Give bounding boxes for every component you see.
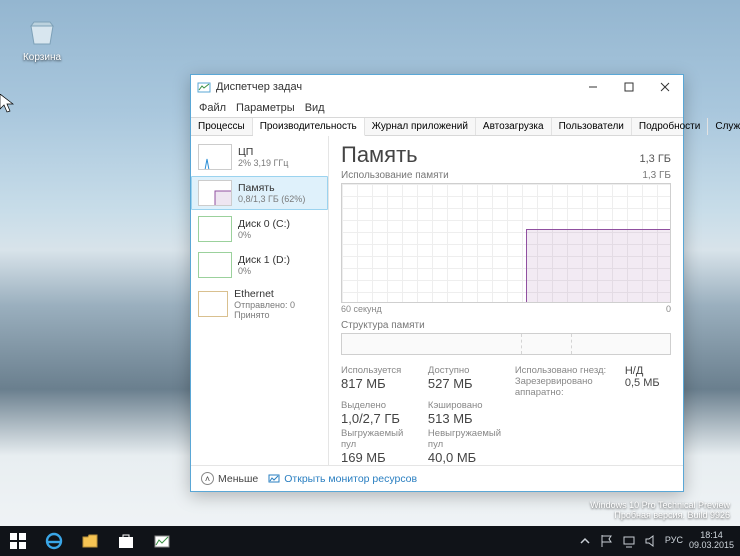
- chart-x-right: 0: [666, 304, 671, 314]
- maximize-button[interactable]: [611, 75, 647, 99]
- tab-details[interactable]: Подробности: [632, 118, 708, 135]
- window-title: Диспетчер задач: [216, 81, 302, 93]
- panel-total: 1,3 ГБ: [639, 153, 671, 165]
- desktop-icon-recycle-bin[interactable]: Корзина: [14, 14, 70, 63]
- stat-cached: 513 МБ: [428, 411, 505, 426]
- taskbar-ie[interactable]: [36, 526, 72, 556]
- stat-nonpaged: 40,0 МБ: [428, 450, 505, 465]
- tray-volume-icon[interactable]: [643, 533, 659, 549]
- stat-sockets: Н/Д: [625, 365, 671, 377]
- recycle-bin-icon: [24, 14, 60, 50]
- sidebar-item-label: Память: [238, 182, 305, 194]
- sidebar-item-disk1[interactable]: Диск 1 (D:)0%: [191, 248, 328, 282]
- memory-composition[interactable]: [341, 333, 671, 355]
- task-manager-window: Диспетчер задач Файл Параметры Вид Проце…: [190, 74, 684, 492]
- stat-hw-reserved: 0,5 МБ: [625, 377, 671, 389]
- tab-startup[interactable]: Автозагрузка: [476, 118, 552, 135]
- panel-title: Память: [341, 142, 418, 168]
- stat-available: 527 МБ: [428, 376, 505, 391]
- start-button[interactable]: [0, 526, 36, 556]
- stat-in-use: 817 МБ: [341, 376, 418, 391]
- tabstrip: Процессы Производительность Журнал прило…: [191, 117, 683, 136]
- tab-performance[interactable]: Производительность: [253, 118, 365, 136]
- cursor-icon: [0, 94, 14, 114]
- sidebar-item-label: Ethernet: [234, 288, 321, 300]
- desktop-icon-label: Корзина: [14, 52, 70, 63]
- sidebar-item-ethernet[interactable]: EthernetОтправлено: 0 Принято: [191, 284, 328, 324]
- menu-file[interactable]: Файл: [199, 102, 226, 114]
- open-resmon-link[interactable]: Открыть монитор ресурсов: [268, 473, 417, 485]
- tray-network-icon[interactable]: [621, 533, 637, 549]
- tray-clock[interactable]: 18:14 09.03.2015: [689, 531, 734, 551]
- tray-flag-icon[interactable]: [599, 533, 615, 549]
- sidebar-item-label: Диск 0 (C:): [238, 218, 290, 230]
- preview-watermark: Windows 10 Pro Technical Preview Пробная…: [590, 500, 730, 520]
- close-button[interactable]: [647, 75, 683, 99]
- tray-language[interactable]: РУС: [665, 536, 683, 546]
- struct-label: Структура памяти: [341, 320, 671, 331]
- taskbar-store[interactable]: [108, 526, 144, 556]
- sidebar-item-disk0[interactable]: Диск 0 (C:)0%: [191, 212, 328, 246]
- usage-right: 1,3 ГБ: [642, 170, 671, 181]
- tab-users[interactable]: Пользователи: [552, 118, 632, 135]
- menu-options[interactable]: Параметры: [236, 102, 295, 114]
- usage-label: Использование памяти: [341, 170, 449, 181]
- resmon-icon: [268, 473, 280, 485]
- sidebar-item-memory[interactable]: Память0,8/1,3 ГБ (62%): [191, 176, 328, 210]
- fewer-details-button[interactable]: ˄ Меньше: [201, 472, 258, 485]
- chevron-up-icon: ˄: [201, 472, 214, 485]
- tray-chevron-up-icon[interactable]: [577, 533, 593, 549]
- taskmgr-icon: [197, 80, 211, 94]
- menu-view[interactable]: Вид: [305, 102, 325, 114]
- window-footer: ˄ Меньше Открыть монитор ресурсов: [191, 465, 683, 491]
- sidebar-item-label: ЦП: [238, 146, 288, 158]
- taskbar-explorer[interactable]: [72, 526, 108, 556]
- tab-services[interactable]: Службы: [708, 118, 740, 135]
- tab-processes[interactable]: Процессы: [191, 118, 253, 135]
- menubar: Файл Параметры Вид: [191, 99, 683, 117]
- perf-sidebar: ЦП2% 3,19 ГГц Память0,8/1,3 ГБ (62%) Дис…: [191, 136, 329, 465]
- memory-chart[interactable]: [341, 183, 671, 303]
- stat-paged: 169 МБ: [341, 450, 418, 465]
- sidebar-item-label: Диск 1 (D:): [238, 254, 290, 266]
- titlebar[interactable]: Диспетчер задач: [191, 75, 683, 99]
- tab-apphistory[interactable]: Журнал приложений: [365, 118, 476, 135]
- sidebar-item-cpu[interactable]: ЦП2% 3,19 ГГц: [191, 140, 328, 174]
- memory-stats: Используется817 МБ Доступно527 МБ Исполь…: [341, 365, 671, 465]
- minimize-button[interactable]: [575, 75, 611, 99]
- chart-x-left: 60 секунд: [341, 304, 382, 314]
- stat-committed: 1,0/2,7 ГБ: [341, 411, 418, 426]
- taskbar: РУС 18:14 09.03.2015: [0, 526, 740, 556]
- taskbar-taskmgr[interactable]: [144, 526, 180, 556]
- perf-panel: Память 1,3 ГБ Использование памяти 1,3 Г…: [329, 136, 683, 465]
